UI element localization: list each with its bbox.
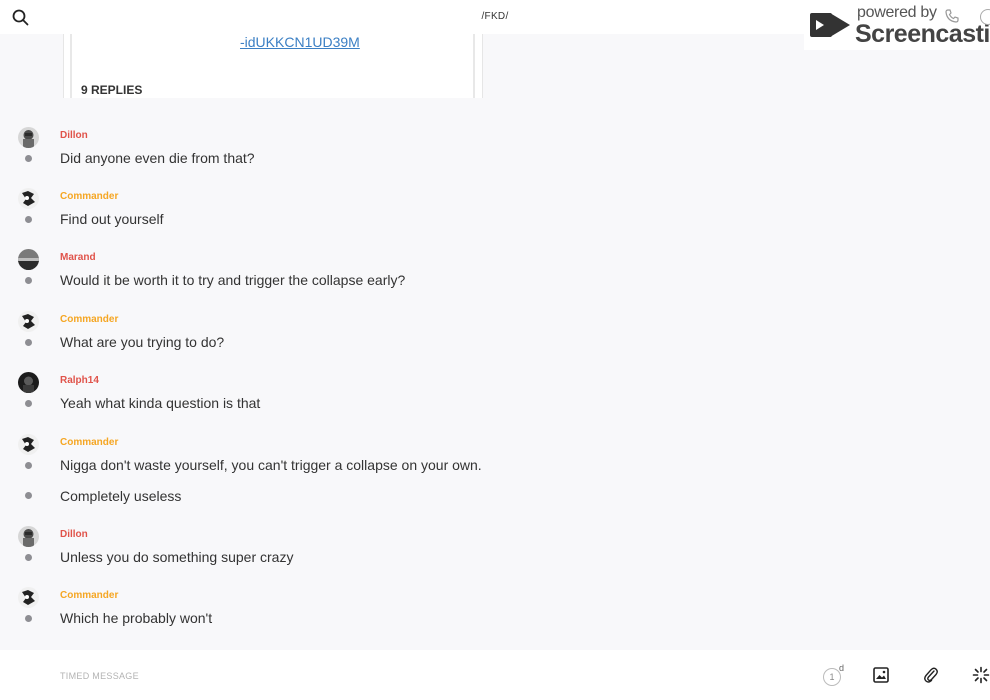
message-row: Commander Nigga don't waste yourself, yo…: [0, 434, 990, 484]
timer-unit: d: [839, 663, 845, 673]
message-row: Dillon Did anyone even die from that?: [0, 127, 990, 177]
status-dot: [25, 615, 32, 622]
card-divider: [473, 34, 475, 98]
phone-icon[interactable]: [945, 9, 959, 23]
message-author[interactable]: Commander: [60, 314, 118, 325]
message-text: Completely useless: [60, 488, 182, 504]
status-dot: [25, 216, 32, 223]
message-text: Yeah what kinda question is that: [60, 395, 261, 411]
info-icon[interactable]: [980, 9, 990, 25]
watermark-brand: Screencastify: [855, 20, 990, 48]
screencastify-watermark: powered by Screencastify: [804, 0, 990, 50]
message-row: Commander Which he probably won't: [0, 587, 990, 637]
message-row: Dillon Unless you do something super cra…: [0, 526, 990, 576]
message-text: What are you trying to do?: [60, 334, 225, 350]
image-icon[interactable]: [873, 667, 889, 683]
status-dot: [25, 400, 32, 407]
message-text: Nigga don't waste yourself, you can't tr…: [60, 457, 482, 473]
avatar[interactable]: [18, 188, 39, 209]
avatar[interactable]: [18, 587, 39, 608]
status-dot: [25, 554, 32, 561]
message-text: Which he probably won't: [60, 610, 213, 626]
status-dot: [25, 155, 32, 162]
message-author[interactable]: Commander: [60, 437, 118, 448]
message-text: Would it be worth it to try and trigger …: [60, 272, 406, 288]
avatar[interactable]: [18, 526, 39, 547]
quoted-post-card: -idUKKCN1UD39M 9 REPLIES: [63, 34, 483, 98]
avatar[interactable]: [18, 249, 39, 270]
message-input[interactable]: [60, 666, 660, 686]
message-author[interactable]: Ralph14: [60, 375, 99, 386]
quoted-link[interactable]: -idUKKCN1UD39M: [240, 34, 360, 50]
message-row: Ralph14 Yeah what kinda question is that: [0, 372, 990, 422]
message-row: Marand Would it be worth it to try and t…: [0, 249, 990, 299]
status-dot: [25, 277, 32, 284]
avatar[interactable]: [18, 434, 39, 455]
avatar[interactable]: [18, 127, 39, 148]
status-dot: [25, 339, 32, 346]
message-author[interactable]: Commander: [60, 191, 118, 202]
message-text: Unless you do something super crazy: [60, 549, 294, 565]
paperclip-icon[interactable]: [923, 666, 939, 684]
message-author[interactable]: Marand: [60, 252, 96, 263]
message-author[interactable]: Commander: [60, 590, 118, 601]
avatar[interactable]: [18, 311, 39, 332]
message-row: Commander What are you trying to do?: [0, 311, 990, 361]
status-dot: [25, 492, 32, 499]
sparkle-icon[interactable]: [972, 666, 990, 684]
message-row: Completely useless: [0, 486, 990, 506]
message-author[interactable]: Dillon: [60, 529, 88, 540]
composer-bar: 1 d: [0, 650, 990, 700]
status-dot: [25, 462, 32, 469]
message-author[interactable]: Dillon: [60, 130, 88, 141]
avatar[interactable]: [18, 372, 39, 393]
message-text: Find out yourself: [60, 211, 164, 227]
timer-button[interactable]: 1 d: [823, 663, 845, 686]
message-text: Did anyone even die from that?: [60, 150, 255, 166]
card-divider: [70, 34, 72, 98]
replies-count[interactable]: 9 REPLIES: [81, 83, 142, 97]
screencastify-logo-icon: [808, 7, 852, 48]
message-row: Commander Find out yourself: [0, 188, 990, 238]
